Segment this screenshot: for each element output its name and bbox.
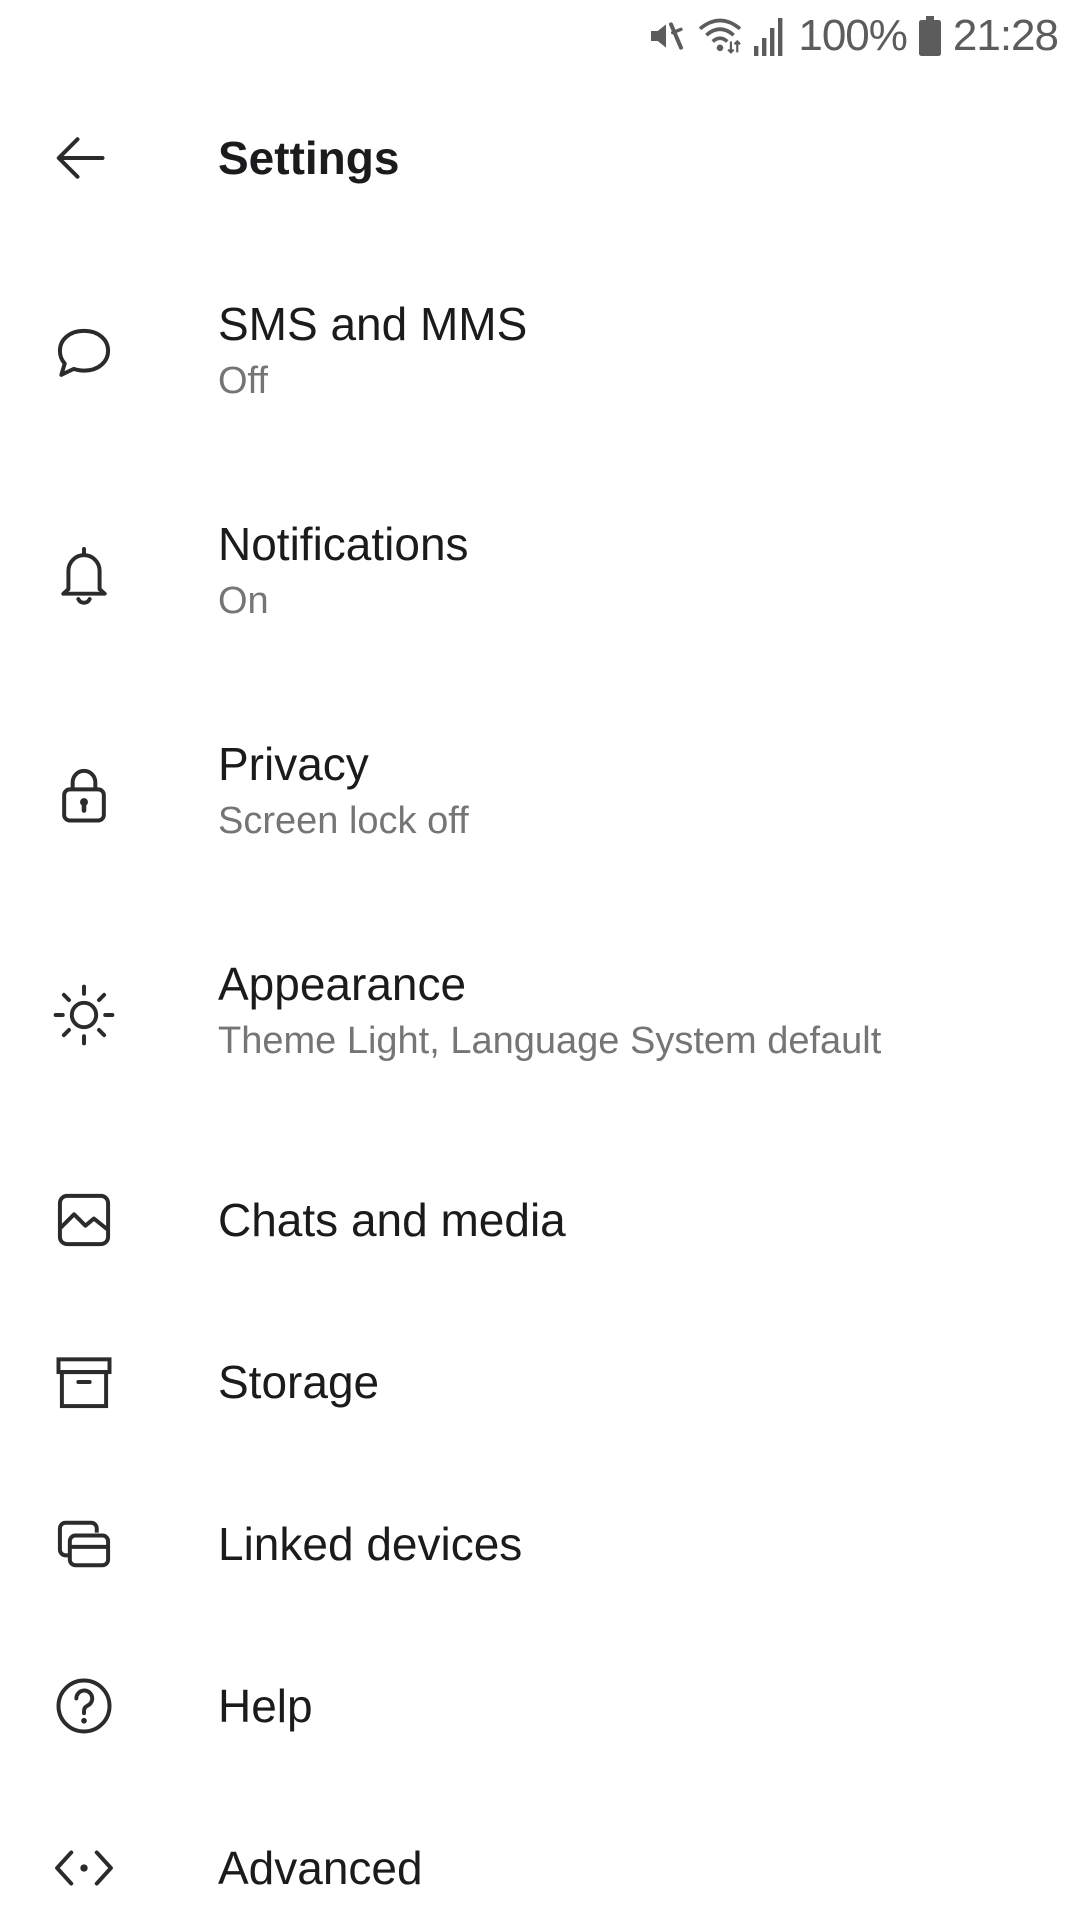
image-icon	[50, 1186, 118, 1254]
settings-item-summary: On	[218, 580, 269, 622]
settings-item-advanced[interactable]: Advanced	[0, 1818, 1080, 1918]
settings-item-summary: Screen lock off	[218, 800, 469, 842]
app-bar: Settings	[0, 100, 1080, 216]
bell-icon	[50, 541, 118, 609]
settings-item-notifications[interactable]: Notifications On	[0, 510, 1080, 640]
settings-item-chats-and-media[interactable]: Chats and media	[0, 1170, 1080, 1270]
settings-item-label: Linked devices	[218, 1518, 523, 1570]
sun-icon	[50, 981, 118, 1049]
settings-item-label: Storage	[218, 1356, 380, 1408]
settings-item-appearance[interactable]: Appearance Theme Light, Language System …	[0, 950, 1080, 1080]
lock-icon	[50, 761, 118, 829]
battery-percent: 100%	[798, 11, 908, 60]
archive-box-icon	[50, 1348, 118, 1416]
back-arrow-icon	[50, 128, 110, 188]
settings-item-label: Advanced	[218, 1842, 423, 1894]
settings-item-summary: Off	[218, 360, 268, 402]
settings-item-label: Notifications	[218, 518, 469, 570]
status-time: 21:28	[952, 11, 1059, 60]
settings-item-help[interactable]: Help	[0, 1656, 1080, 1756]
settings-item-summary: Theme Light, Language System default	[218, 1020, 882, 1062]
settings-item-label: Appearance	[218, 958, 467, 1010]
settings-item-privacy[interactable]: Privacy Screen lock off	[0, 730, 1080, 860]
settings-item-sms-and-mms[interactable]: SMS and MMS Off	[0, 290, 1080, 420]
battery-icon	[918, 16, 941, 56]
chat-bubble-icon	[50, 321, 118, 389]
signal-icon	[754, 16, 786, 56]
settings-item-linked-devices[interactable]: Linked devices	[0, 1494, 1080, 1594]
status-bar: 100% 21:28	[0, 0, 1080, 72]
settings-item-storage[interactable]: Storage	[0, 1332, 1080, 1432]
help-icon	[50, 1672, 118, 1740]
settings-item-label: Chats and media	[218, 1194, 566, 1246]
code-icon	[50, 1834, 118, 1902]
settings-item-label: Help	[218, 1680, 313, 1732]
wifi-icon	[698, 16, 742, 56]
mute-icon	[646, 16, 686, 56]
settings-item-label: Privacy	[218, 738, 369, 790]
back-button[interactable]	[0, 100, 168, 216]
settings-item-label: SMS and MMS	[218, 298, 528, 350]
page-title: Settings	[218, 132, 400, 184]
linked-devices-icon	[50, 1510, 118, 1578]
